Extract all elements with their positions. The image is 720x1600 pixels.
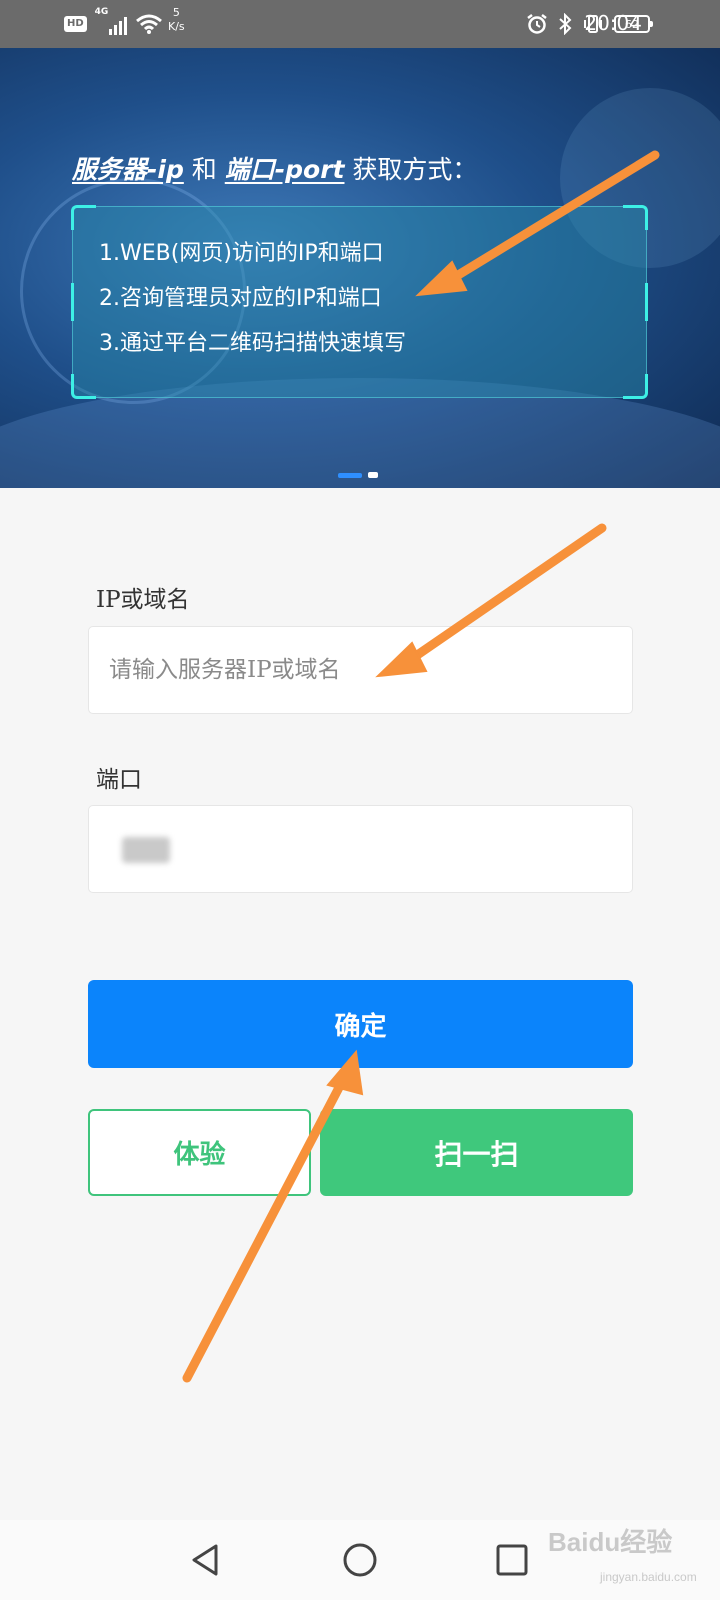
carousel-dot[interactable] [368,472,378,478]
info-line-1: 1.WEB(网页)访问的IP和端口 [99,241,384,266]
banner-carousel[interactable]: 服务器-ip 和 端口-port 获取方式： 1.WEB(网页)访问的IP和端口… [0,48,720,488]
heading-and: 和 [183,155,225,184]
baidu-watermark-url: jingyan.baidu.com [600,1570,697,1584]
carousel-dot-active[interactable] [338,472,362,478]
bluetooth-icon [559,13,572,35]
network-speed: 5 K/s [168,6,185,34]
clock: 20:04 [584,11,642,35]
network-speed-value: 5 [172,6,180,19]
heading-port: 端口-port [224,155,345,184]
carousel-indicator [338,472,378,478]
port-field-label: 端口 [96,767,142,793]
status-left-icons: HD 4G [64,7,163,38]
network-speed-unit: K/s [168,20,185,33]
scan-button[interactable]: 扫一扫 [320,1109,633,1196]
back-icon[interactable] [188,1542,224,1578]
banner-heading: 服务器-ip 和 端口-port 获取方式： [72,150,477,186]
recents-icon[interactable] [494,1542,530,1578]
network-type-label: 4G [94,7,109,17]
baidu-watermark: Baidu经验 [548,1527,673,1557]
ip-domain-input[interactable] [88,626,633,714]
info-line-3: 3.通过平台二维码扫描快速填写 [99,331,406,356]
info-line-2: 2.咨询管理员对应的IP和端口 [99,286,382,311]
port-value-blurred [122,837,170,863]
ip-field-label: IP或域名 [96,587,190,613]
home-icon[interactable] [342,1542,378,1578]
confirm-button[interactable]: 确定 [88,980,633,1068]
wifi-icon [135,14,162,34]
cellular-signal-icon: 4G [95,7,127,35]
hd-icon: HD [64,16,87,32]
trial-button[interactable]: 体验 [88,1109,311,1196]
heading-suffix: 获取方式： [344,155,478,184]
alarm-icon [527,14,547,34]
heading-server-ip: 服务器-ip [72,155,184,184]
banner-info-box: 1.WEB(网页)访问的IP和端口 2.咨询管理员对应的IP和端口 3.通过平台… [71,205,648,399]
